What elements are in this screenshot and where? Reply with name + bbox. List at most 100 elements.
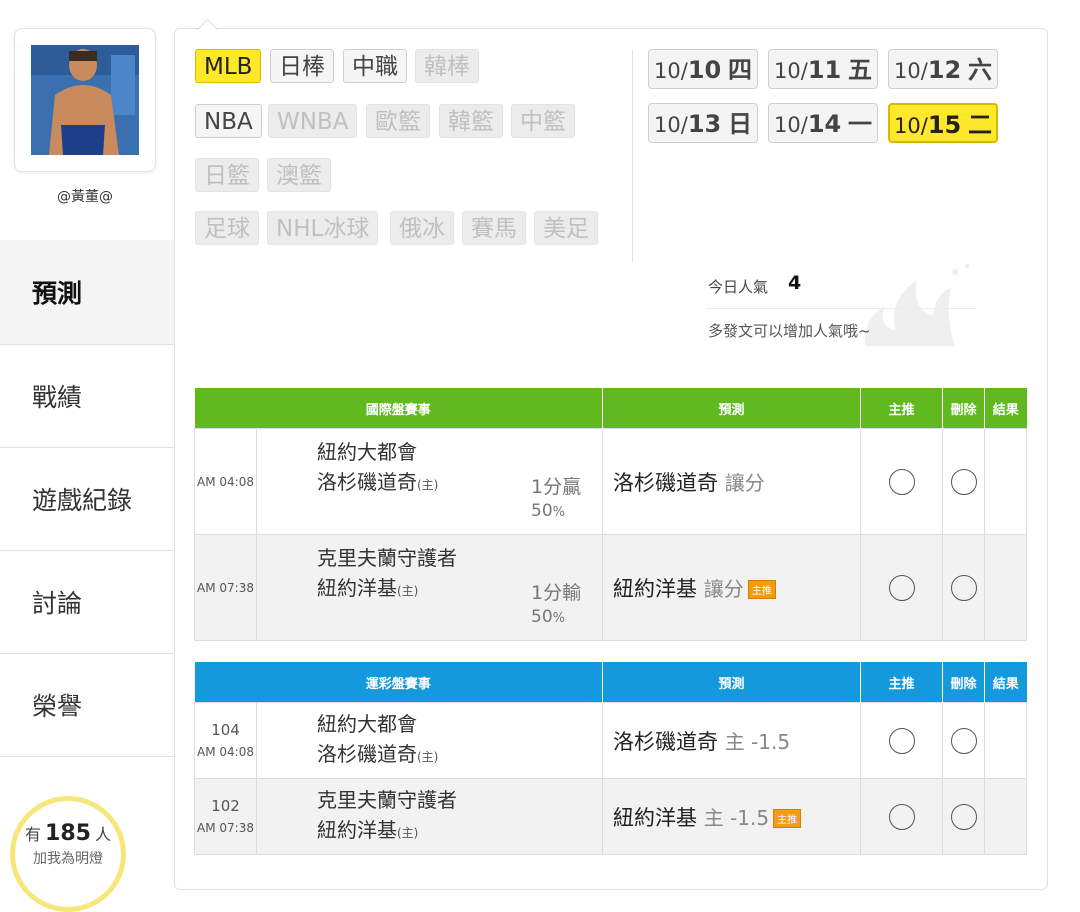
main-pick-badge: 主推 <box>747 580 776 599</box>
sport-tab-cpbl[interactable]: 中職 <box>343 49 407 83</box>
sport-tab-korea-basketball[interactable]: 韓籃 <box>439 104 503 138</box>
fans-count: 185 <box>45 821 91 846</box>
match-cell: 紐約大都會 洛杉磯道奇(主) 1分贏 50% <box>255 428 604 535</box>
main-pick-radio[interactable] <box>888 803 915 830</box>
sport-tab-kbo[interactable]: 韓棒 <box>415 49 479 83</box>
home-team: 洛杉磯道奇 <box>317 470 417 494</box>
main-pick-cell <box>860 702 944 779</box>
delete-radio[interactable] <box>950 803 977 830</box>
prediction-cell: 紐約洋基 主 -1.5 主推 <box>602 778 862 855</box>
avatar[interactable] <box>31 45 139 155</box>
sidebar-item-discussion[interactable]: 討論 <box>0 551 174 654</box>
sidebar-item-honors[interactable]: 榮譽 <box>0 654 174 757</box>
main-pick-radio[interactable] <box>888 727 915 754</box>
delete-cell <box>942 534 986 641</box>
column-header-main-pick: 主推 <box>860 662 944 703</box>
date-tab[interactable]: 10/13 日 <box>648 103 758 143</box>
game-time: AM 04:08 <box>194 428 257 535</box>
home-mark: (主) <box>417 478 439 492</box>
sidebar-item-record[interactable]: 戰績 <box>0 345 174 448</box>
odds: 1分輸 50% <box>531 581 581 631</box>
sport-tab-soccer[interactable]: 足球 <box>195 211 259 245</box>
column-header-main-pick: 主推 <box>860 388 944 429</box>
match-cell: 紐約大都會 洛杉磯道奇(主) <box>255 702 604 779</box>
column-header-result: 結果 <box>984 662 1027 703</box>
prediction-cell: 洛杉磯道奇 讓分 <box>602 428 862 535</box>
odds-line: 1分贏 <box>531 476 582 498</box>
sport-tab-wnba[interactable]: WNBA <box>268 104 358 138</box>
main-pick-cell <box>860 778 944 855</box>
column-header-prediction: 預測 <box>602 388 862 429</box>
main-pick-radio[interactable] <box>888 468 915 495</box>
pick-team: 紐約洋基 <box>613 576 698 601</box>
date-tab[interactable]: 10/10 四 <box>648 49 758 89</box>
home-mark: (主) <box>397 584 419 598</box>
pick-type: 主 -1.5 <box>703 805 770 830</box>
international-table: 國際盤賽事 預測 主推 刪除 結果 AM 04:08 紐約大都會 洛杉磯道奇(主… <box>194 388 1028 641</box>
avatar-card[interactable] <box>14 28 156 172</box>
result-cell <box>984 702 1028 779</box>
game-time-cell: 104 AM 04:08 <box>194 702 257 779</box>
away-team: 紐約大都會 <box>317 712 417 736</box>
game-number: 104 <box>211 720 240 739</box>
home-team: 紐約洋基 <box>317 818 397 842</box>
home-team: 紐約洋基 <box>317 576 397 600</box>
sports-lottery-table: 運彩盤賽事 預測 主推 刪除 結果 104 AM 04:08 紐約大都會 洛杉磯道… <box>194 662 1028 855</box>
sidebar-item-label: 戰績 <box>32 383 83 412</box>
main-pick-badge: 主推 <box>773 809 802 828</box>
sidebar-item-predictions[interactable]: 預測 <box>0 240 174 345</box>
sport-tab-mlb[interactable]: MLB <box>195 49 262 83</box>
delete-cell <box>942 702 986 779</box>
column-header-delete: 刪除 <box>942 388 986 429</box>
pick-type: 讓分 <box>724 470 765 495</box>
sport-tab-nfl[interactable]: 美足 <box>534 211 598 245</box>
odds-pct: 50 <box>531 607 553 627</box>
sidebar-item-label: 榮譽 <box>32 692 83 721</box>
sport-tab-china-basketball[interactable]: 中籃 <box>511 104 575 138</box>
username: @黃董@ <box>57 189 113 205</box>
divider <box>632 50 633 262</box>
sport-tab-euro-basketball[interactable]: 歐籃 <box>366 104 430 138</box>
sport-tab-australia-basketball[interactable]: 澳籃 <box>267 158 331 192</box>
delete-radio[interactable] <box>950 574 977 601</box>
away-team: 克里夫蘭守護者 <box>317 788 457 812</box>
sport-tab-nhl[interactable]: NHL冰球 <box>267 211 379 245</box>
sport-tab-japan-basketball[interactable]: 日籃 <box>195 158 259 192</box>
date-tab[interactable]: 10/12 六 <box>888 49 998 89</box>
game-time-cell: 102 AM 07:38 <box>194 778 257 855</box>
home-team-line: 洛杉磯道奇(主) <box>257 739 602 772</box>
result-cell <box>984 534 1028 641</box>
main-pick-radio[interactable] <box>888 574 915 601</box>
table-row: 102 AM 07:38 克里夫蘭守護者 紐約洋基(主) 紐約洋基 主 -1.5 主… <box>194 778 1028 855</box>
home-team-line: 紐約洋基(主) <box>257 815 602 848</box>
sport-tab-nba[interactable]: NBA <box>195 104 262 138</box>
sidebar-item-label: 預測 <box>32 279 83 308</box>
fans-note: 加我為明燈 <box>33 851 103 867</box>
divider <box>706 308 976 309</box>
date-tab[interactable]: 10/11 五 <box>768 49 878 89</box>
game-time: AM 04:08 <box>197 744 254 759</box>
pick-team: 紐約洋基 <box>613 805 698 830</box>
delete-radio[interactable] <box>950 468 977 495</box>
delete-radio[interactable] <box>950 727 977 754</box>
pick-team: 洛杉磯道奇 <box>613 729 719 754</box>
sidebar-menu: 預測 戰績 遊戲紀錄 討論 榮譽 <box>0 240 174 757</box>
result-cell <box>984 428 1028 535</box>
home-mark: (主) <box>397 826 419 840</box>
column-header-match: 國際盤賽事 <box>194 388 604 429</box>
table-row: 104 AM 04:08 紐約大都會 洛杉磯道奇(主) 洛杉磯道奇 主 -1.5 <box>194 702 1028 779</box>
odds-pct: 50 <box>531 501 553 521</box>
sport-tab-khl[interactable]: 俄冰 <box>390 211 454 245</box>
sport-tab-npb[interactable]: 日棒 <box>270 49 334 83</box>
main-pick-cell <box>860 428 944 535</box>
date-tab[interactable]: 10/14 一 <box>768 103 878 143</box>
away-team: 克里夫蘭守護者 <box>317 546 457 570</box>
column-header-result: 結果 <box>984 388 1027 429</box>
date-tab-selected[interactable]: 10/15 二 <box>888 103 998 143</box>
sport-tab-horse-racing[interactable]: 賽馬 <box>462 211 526 245</box>
fans-badge[interactable]: 有 185 人 加我為明燈 <box>10 796 126 912</box>
column-header-delete: 刪除 <box>942 662 986 703</box>
popularity-label: 今日人氣 <box>708 278 769 296</box>
sidebar-item-game-log[interactable]: 遊戲紀錄 <box>0 448 174 551</box>
game-time: AM 07:38 <box>194 534 257 641</box>
